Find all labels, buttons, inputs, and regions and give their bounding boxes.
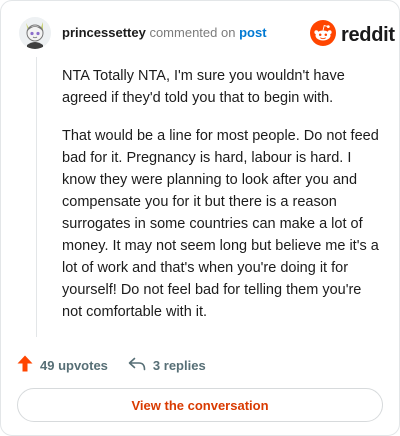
thread-line xyxy=(36,57,37,337)
avatar[interactable] xyxy=(19,17,51,49)
reddit-logo[interactable]: reddit xyxy=(310,20,395,51)
comment-paragraph: That would be a line for most people. Do… xyxy=(62,128,379,320)
comment-paragraph: NTA Totally NTA, I'm sure you wouldn't h… xyxy=(62,68,345,106)
reddit-wordmark: reddit xyxy=(341,24,395,46)
comment-header: princessettey commented on post xyxy=(62,25,267,41)
upvote-count: 49 upvotes xyxy=(40,357,108,373)
post-link[interactable]: post xyxy=(239,25,266,40)
upvote-arrow-icon xyxy=(17,355,33,375)
action-text: commented on xyxy=(149,25,236,40)
comment-body: NTA Totally NTA, I'm sure you wouldn't h… xyxy=(62,65,382,339)
username-link[interactable]: princessettey xyxy=(62,25,146,40)
reddit-alien-icon xyxy=(310,20,336,51)
comment-actions: 49 upvotes 3 replies xyxy=(17,355,206,375)
upvote-button[interactable]: 49 upvotes xyxy=(17,355,108,375)
comment-card: princessettey commented on post reddit N… xyxy=(0,0,400,436)
reply-arrow-icon xyxy=(128,357,146,374)
reply-count: 3 replies xyxy=(152,357,206,373)
view-conversation-button[interactable]: View the conversation xyxy=(17,388,383,422)
replies-button[interactable]: 3 replies xyxy=(128,357,206,374)
